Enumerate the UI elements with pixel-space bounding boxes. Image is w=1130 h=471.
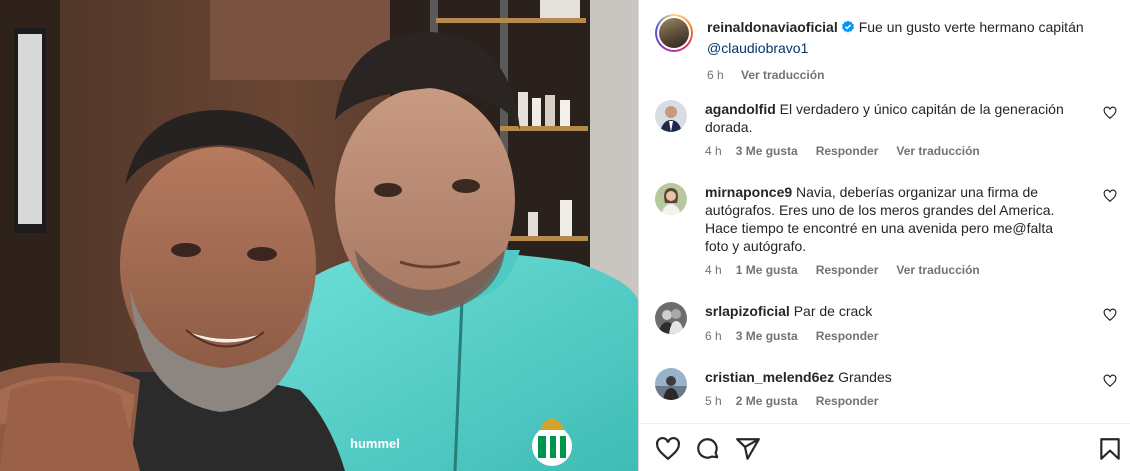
share-icon[interactable] <box>735 436 761 462</box>
caption-text: reinaldonaviaoficial Fue un gusto verte h… <box>707 18 1117 58</box>
post-side-panel: reinaldonaviaoficial Fue un gusto verte h… <box>638 0 1130 471</box>
photo-illustration: hummel <box>0 0 638 471</box>
comment-translate-link[interactable]: Ver traducción <box>896 263 979 277</box>
comment-reply-button[interactable]: Responder <box>816 329 879 343</box>
caption-time[interactable]: 6 h <box>707 68 724 82</box>
bookmark-icon[interactable] <box>1097 436 1123 462</box>
caption-body: Fue un gusto verte hermano capitán <box>858 19 1084 35</box>
heart-icon[interactable] <box>1103 189 1117 203</box>
commenter-avatar[interactable] <box>655 302 687 334</box>
commenter-username[interactable]: agandolfid <box>705 101 776 117</box>
comment-likes[interactable]: 3 Me gusta <box>736 144 798 158</box>
comment-reply-button[interactable]: Responder <box>816 144 879 158</box>
comment-reply-button[interactable]: Responder <box>816 263 879 277</box>
caption-meta: 6 h Ver traducción <box>707 68 838 82</box>
comment-text: mirnaponce9 Navia, deberías organizar un… <box>705 183 1077 255</box>
comment-time[interactable]: 5 h <box>705 394 722 408</box>
commenter-username[interactable]: srlapizoficial <box>705 303 790 319</box>
comment-likes[interactable]: 1 Me gusta <box>736 263 798 277</box>
heart-icon[interactable] <box>1103 106 1117 120</box>
caption-translate-link[interactable]: Ver traducción <box>741 68 824 82</box>
comment-meta: 4 h 3 Me gusta Responder Ver traducción <box>705 144 980 158</box>
comment-likes[interactable]: 3 Me gusta <box>736 329 798 343</box>
comment-translate-link[interactable]: Ver traducción <box>896 144 979 158</box>
author-username[interactable]: reinaldonaviaoficial <box>707 19 838 35</box>
heart-icon[interactable] <box>1103 308 1117 322</box>
heart-icon[interactable] <box>655 436 681 462</box>
commenter-username[interactable]: mirnaponce9 <box>705 184 792 200</box>
comment-meta: 4 h 1 Me gusta Responder Ver traducción <box>705 263 980 277</box>
heart-icon[interactable] <box>1103 374 1117 388</box>
comment-text: cristian_melend6ez Grandes <box>705 368 1077 386</box>
comment-time[interactable]: 4 h <box>705 263 722 277</box>
commenter-avatar[interactable] <box>655 100 687 132</box>
commenter-avatar[interactable] <box>655 183 687 215</box>
caption-mention-link[interactable]: @claudiobravo1 <box>707 40 808 56</box>
post-photo[interactable]: hummel <box>0 0 638 471</box>
comment-time[interactable]: 6 h <box>705 329 722 343</box>
comment-likes[interactable]: 2 Me gusta <box>736 394 798 408</box>
comment-meta: 6 h 3 Me gusta Responder <box>705 329 878 343</box>
comment-text: agandolfid El verdadero y único capitán … <box>705 100 1077 136</box>
jacket-brand-logo: hummel <box>350 436 400 451</box>
comment-reply-button[interactable]: Responder <box>816 394 879 408</box>
comment-icon[interactable] <box>695 436 721 462</box>
comment-body: Par de crack <box>793 303 873 319</box>
commenter-username[interactable]: cristian_melend6ez <box>705 369 834 385</box>
comment-time[interactable]: 4 h <box>705 144 722 158</box>
post-action-bar <box>639 423 1130 471</box>
comment-meta: 5 h 2 Me gusta Responder <box>705 394 878 408</box>
verified-badge-icon <box>841 20 855 39</box>
author-avatar[interactable] <box>655 14 693 52</box>
comment-body: Grandes <box>838 369 892 385</box>
comment-text: srlapizoficial Par de crack <box>705 302 1077 320</box>
commenter-avatar[interactable] <box>655 368 687 400</box>
